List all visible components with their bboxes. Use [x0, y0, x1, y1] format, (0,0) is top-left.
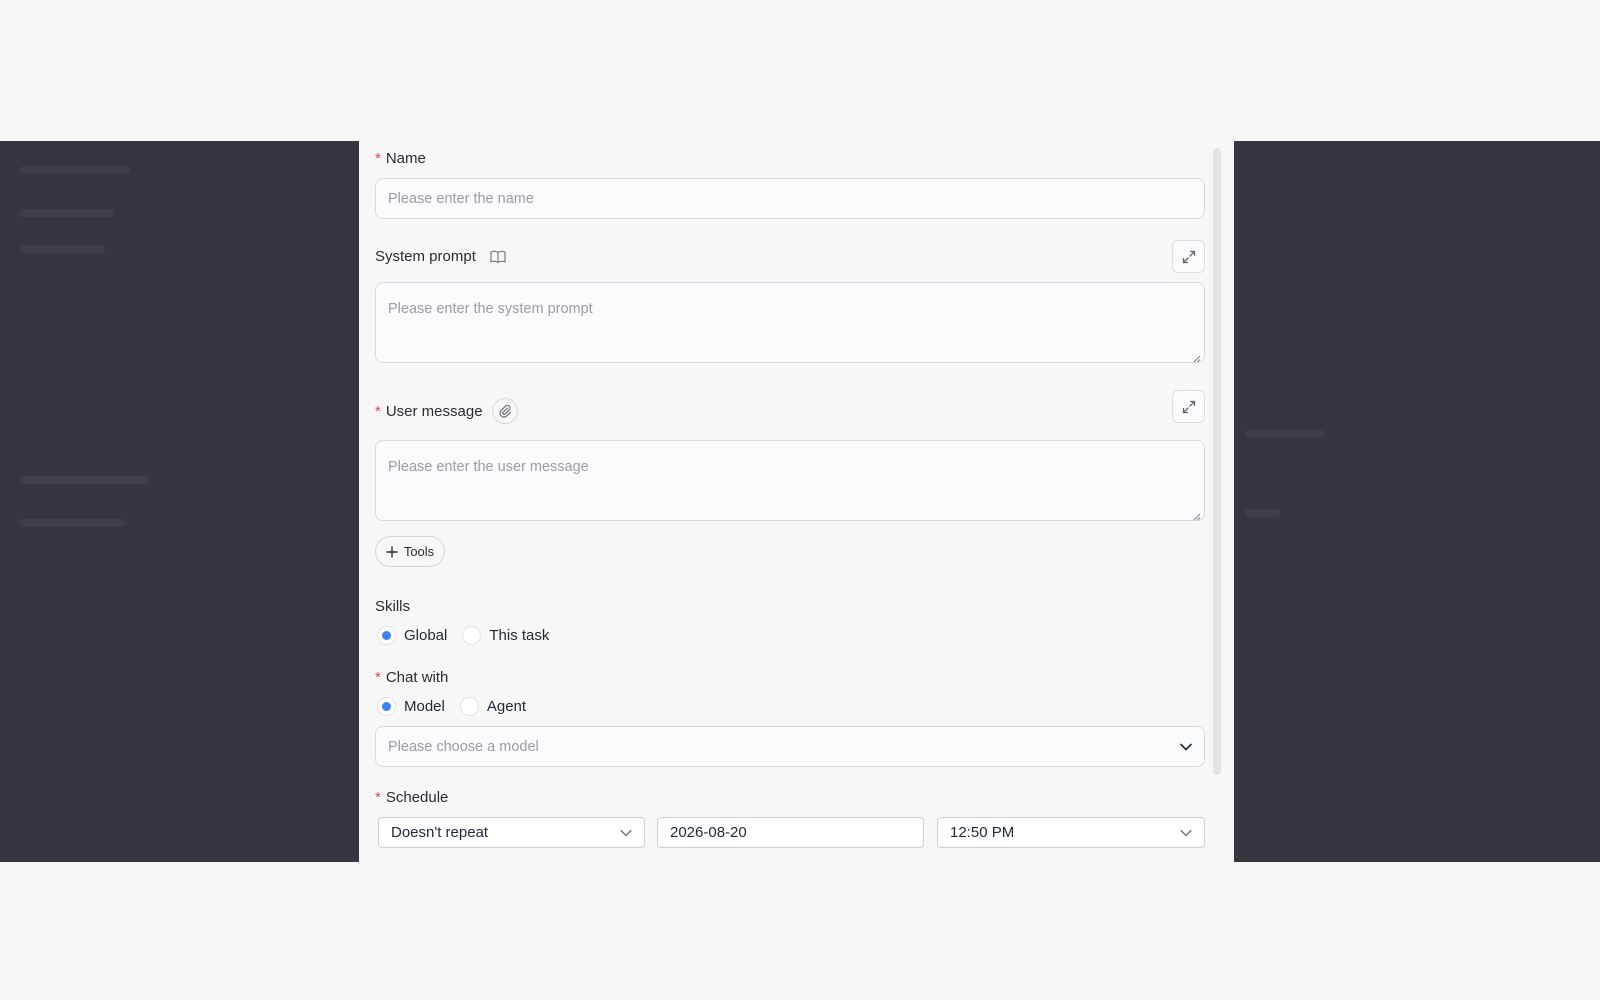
skills-radio-group: Global This task [378, 627, 565, 644]
required-marker: * [375, 402, 381, 420]
resize-grip[interactable] [1193, 509, 1201, 521]
plus-icon [386, 545, 398, 558]
system-prompt-textarea[interactable]: Please enter the system prompt [375, 282, 1205, 363]
date-input[interactable]: 2026-08-20 [657, 817, 924, 848]
skills-option-global[interactable]: Global [378, 627, 447, 644]
skills-option-this-task[interactable]: This task [463, 627, 549, 644]
repeat-select[interactable]: Doesn't repeat [378, 817, 645, 848]
dialog-scrollbar-thumb[interactable] [1213, 148, 1221, 775]
expand-user-message-button[interactable] [1172, 390, 1205, 423]
user-message-label: * User message [375, 398, 518, 424]
required-marker: * [375, 669, 381, 686]
expand-system-prompt-button[interactable] [1172, 240, 1205, 273]
paperclip-icon[interactable] [491, 398, 518, 424]
chat-with-option-model[interactable]: Model [378, 698, 445, 715]
backdrop-shape [20, 166, 130, 174]
expand-icon [1182, 250, 1196, 264]
add-tools-button[interactable]: Tools [375, 536, 445, 567]
time-select[interactable]: 12:50 PM [937, 817, 1205, 848]
chevron-down-icon [1180, 829, 1192, 837]
radio-unselected[interactable] [463, 627, 481, 644]
book-icon[interactable] [490, 250, 506, 264]
radio-selected[interactable] [378, 627, 395, 644]
backdrop-shape [20, 476, 150, 484]
required-marker: * [375, 150, 381, 167]
system-prompt-label: System prompt [375, 248, 506, 265]
backdrop-shape [20, 209, 115, 217]
backdrop-shape [20, 245, 105, 253]
schedule-label: * Schedule [375, 789, 449, 806]
chevron-down-icon [620, 829, 632, 837]
backdrop-shape [20, 519, 125, 527]
skills-label: Skills [375, 598, 411, 615]
resize-grip[interactable] [1193, 351, 1201, 363]
name-label: * Name [375, 150, 426, 167]
chat-with-radio-group: Model Agent [378, 698, 542, 715]
model-select[interactable]: Please choose a model [375, 726, 1205, 767]
name-input[interactable]: Please enter the name [375, 178, 1205, 219]
backdrop-shape [1245, 430, 1325, 438]
expand-icon [1182, 400, 1196, 414]
chevron-down-icon [1180, 743, 1192, 751]
chat-with-option-agent[interactable]: Agent [460, 698, 526, 715]
chat-with-label: * Chat with [375, 669, 449, 686]
dialog-scrollbar[interactable] [1213, 148, 1221, 775]
backdrop-shape [1245, 509, 1280, 517]
radio-unselected[interactable] [460, 698, 478, 715]
radio-selected[interactable] [378, 698, 395, 715]
required-marker: * [375, 789, 381, 806]
user-message-textarea[interactable]: Please enter the user message [375, 440, 1205, 521]
